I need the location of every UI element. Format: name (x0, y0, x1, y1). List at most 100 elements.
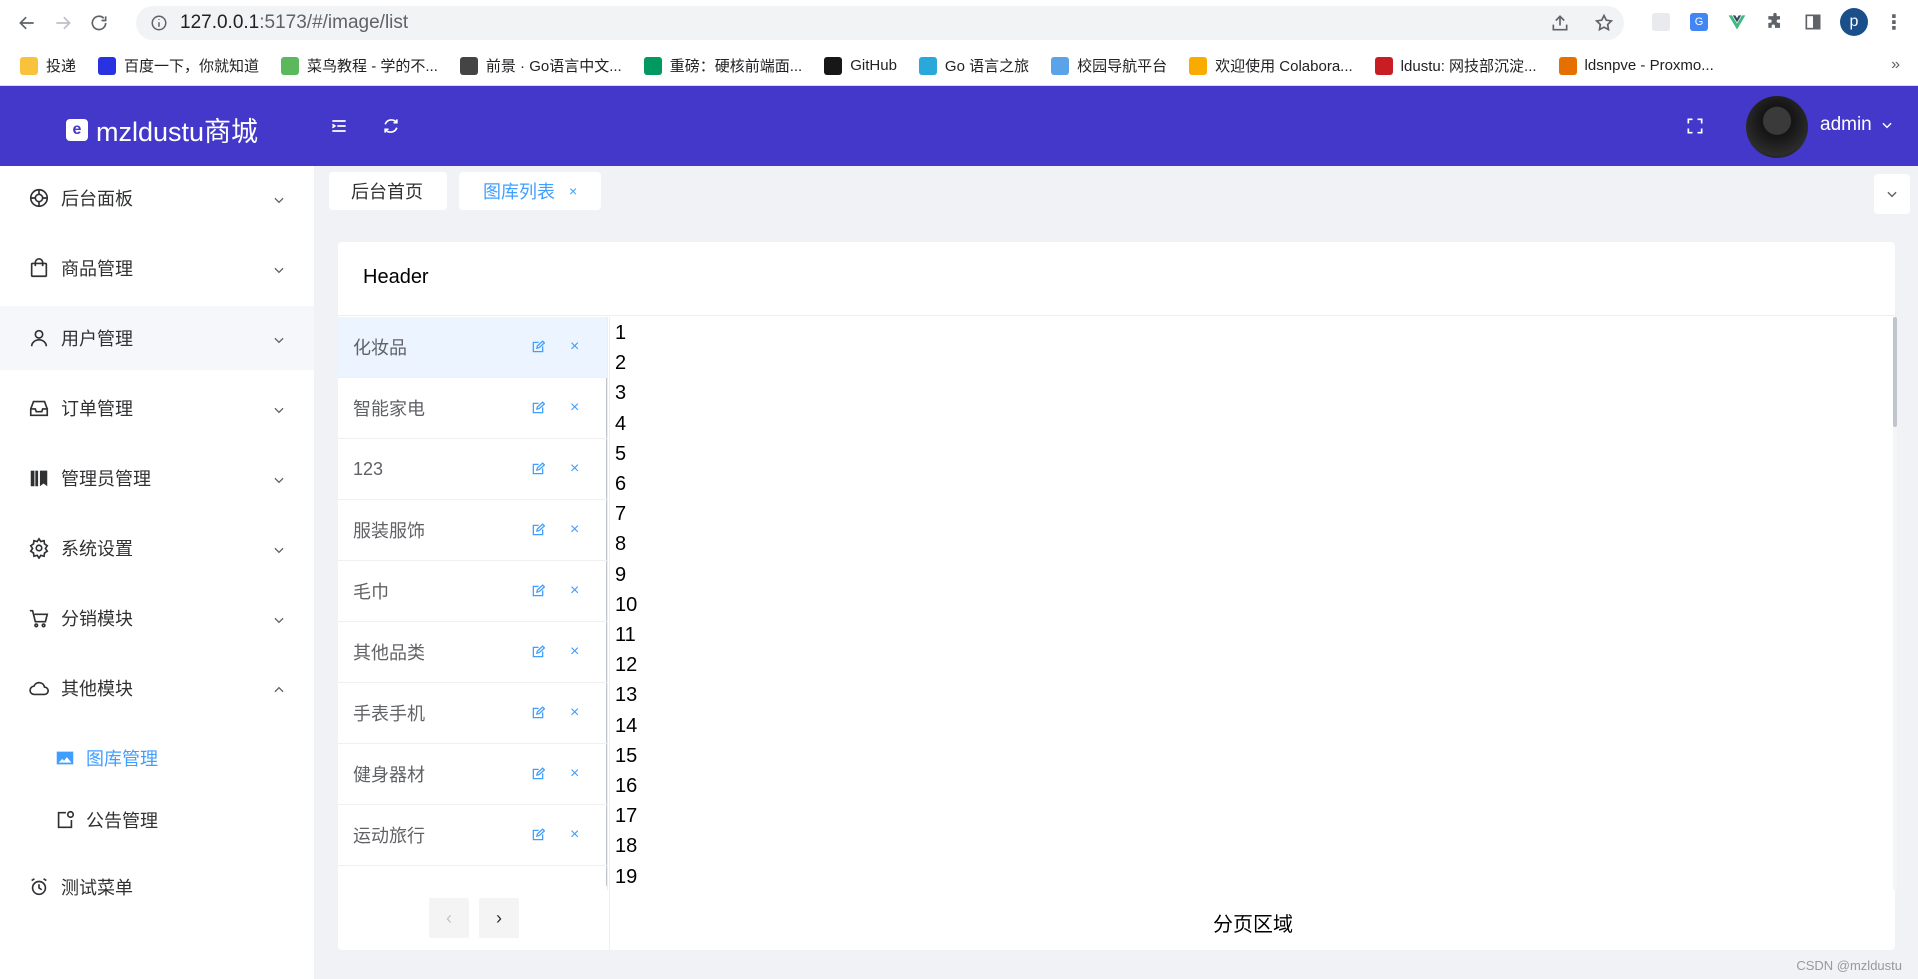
category-item[interactable]: 毛巾 × (338, 561, 607, 622)
extensions-puzzle-icon[interactable] (1764, 11, 1786, 33)
chevron-up-icon (272, 681, 286, 695)
delete-icon[interactable]: × (570, 827, 584, 843)
cloud-icon (28, 677, 50, 699)
delete-icon[interactable]: × (570, 583, 584, 599)
scrollbar-thumb[interactable] (1893, 317, 1897, 427)
image-row: 18 (615, 835, 638, 858)
bookmark-item[interactable]: 重磅：硬核前端面... (643, 55, 803, 76)
close-icon[interactable]: × (569, 183, 577, 199)
delete-icon[interactable]: × (570, 339, 584, 355)
sidebar-subitem-2[interactable]: 公告管理 (0, 790, 314, 850)
category-item[interactable]: 123 × (338, 439, 607, 500)
category-item[interactable]: 运动旅行 × (338, 805, 607, 866)
translate-extension-icon[interactable]: G (1688, 11, 1710, 33)
bookmark-label: 重磅：硬核前端面... (669, 58, 803, 75)
refresh-icon[interactable] (381, 116, 401, 136)
bookmark-favicon-icon (98, 56, 117, 75)
bookmark-item[interactable]: 投递 (20, 55, 76, 76)
picture-icon (54, 747, 76, 769)
edit-icon[interactable] (531, 706, 545, 720)
edit-icon[interactable] (531, 340, 545, 354)
chevron-down-icon (272, 261, 286, 275)
category-item[interactable]: 健身器材 × (338, 744, 607, 805)
edit-icon[interactable] (531, 523, 545, 537)
delete-icon[interactable]: × (570, 400, 584, 416)
vue-devtools-icon[interactable] (1726, 11, 1748, 33)
sidebar-item-7[interactable]: 分销模块 (0, 586, 314, 650)
watermark: CSDN @mzldustu (1796, 958, 1902, 973)
browser-toolbar: 127.0.0.1:5173/#/image/list G p ⋮ (0, 0, 1918, 46)
fullscreen-icon[interactable] (1685, 116, 1705, 136)
share-icon[interactable] (1550, 13, 1570, 33)
category-item[interactable]: 智能家电 × (338, 378, 607, 439)
bookmark-item[interactable]: ldustu: 网技部沉淀... (1374, 55, 1537, 76)
alarm-clock-icon (28, 876, 50, 898)
tab-image-list[interactable]: 图库列表 × (459, 172, 601, 210)
category-item[interactable]: 手表手机 × (338, 683, 607, 744)
sidebar-item-label: 系统设置 (61, 539, 133, 559)
chevron-down-icon (272, 611, 286, 625)
edit-icon[interactable] (531, 645, 545, 659)
sidebar-item-1[interactable]: 后台面板 (0, 166, 314, 230)
bookmark-item[interactable]: GitHub (824, 56, 897, 75)
bookmark-item[interactable]: ldsnpve - Proxmo... (1558, 56, 1714, 75)
delete-icon[interactable]: × (570, 766, 584, 782)
category-label: 智能家电 (353, 399, 425, 419)
bookmark-item[interactable]: Go 语言之旅 (918, 55, 1029, 76)
bookmark-item[interactable]: 菜鸟教程 - 学的不... (281, 55, 438, 76)
forward-button[interactable] (50, 10, 76, 36)
bookmark-favicon-icon (1189, 56, 1208, 75)
browser-menu-icon[interactable]: ⋮ (1884, 10, 1904, 35)
chevron-down-icon (1882, 122, 1892, 129)
reload-button[interactable] (86, 10, 112, 36)
tabs-dropdown-button[interactable] (1874, 174, 1910, 214)
bookmark-star-icon[interactable] (1594, 13, 1614, 33)
bookmark-item[interactable]: 前景 · Go语言中文... (459, 55, 622, 76)
side-panel-icon[interactable] (1802, 11, 1824, 33)
tab-dashboard[interactable]: 后台首页 (329, 172, 447, 210)
sidebar-item-8[interactable]: 其他模块 (0, 656, 314, 720)
site-info-icon[interactable] (150, 14, 168, 32)
app-logo[interactable]: e mzldustu商城 (66, 110, 258, 149)
bookmark-item[interactable]: 校园导航平台 (1051, 55, 1167, 76)
fold-menu-icon[interactable] (329, 116, 349, 136)
category-item[interactable]: 服装服饰 × (338, 500, 607, 561)
delete-icon[interactable]: × (570, 522, 584, 538)
delete-icon[interactable]: × (570, 705, 584, 721)
sidebar-item-6[interactable]: 系统设置 (0, 516, 314, 580)
delete-icon[interactable]: × (570, 461, 584, 477)
bookmark-item[interactable]: 欢迎使用 Colabora... (1189, 55, 1353, 76)
delete-icon[interactable]: × (570, 644, 584, 660)
image-rows: 1 2 3 4 5 6 7 8 9 10 11 12 13 14 15 16 17 18 19 (615, 318, 637, 890)
bookmark-favicon-icon (918, 56, 937, 75)
address-bar[interactable]: 127.0.0.1:5173/#/image/list (136, 6, 1624, 40)
sidebar-subitem-1[interactable]: 图库管理 (0, 728, 314, 788)
prev-page-button[interactable]: ‹ (429, 898, 469, 938)
edit-icon[interactable] (531, 401, 545, 415)
sidebar-item-4[interactable]: 订单管理 (0, 376, 314, 440)
bookmarks-more-button[interactable]: » (1891, 56, 1900, 74)
user-avatar[interactable] (1746, 96, 1808, 158)
sidebar-item-5[interactable]: 管理员管理 (0, 446, 314, 510)
edit-icon[interactable] (531, 767, 545, 781)
user-dropdown[interactable]: admin (1820, 114, 1894, 136)
sidebar-item-2[interactable]: 商品管理 (0, 236, 314, 300)
edit-icon[interactable] (531, 828, 545, 842)
profile-avatar[interactable]: p (1840, 8, 1868, 36)
back-button[interactable] (14, 10, 40, 36)
category-item[interactable]: 化妆品 × (338, 317, 607, 378)
tab-label: 图库列表 (483, 182, 555, 202)
sidebar-item-test-menu[interactable]: 测试菜单 (0, 855, 314, 919)
edit-icon[interactable] (531, 584, 545, 598)
next-page-button[interactable]: › (479, 898, 519, 938)
edit-icon[interactable] (531, 462, 545, 476)
bookmark-item[interactable]: 百度一下，你就知道 (98, 55, 259, 76)
sidebar-item-3[interactable]: 用户管理 (0, 306, 314, 370)
image-area-scrollbar[interactable] (1893, 317, 1897, 890)
chevron-down-icon (272, 331, 286, 345)
category-item[interactable]: 其他品类 × (338, 622, 607, 683)
image-row: 17 (615, 805, 638, 828)
extension-placeholder-icon[interactable] (1650, 11, 1672, 33)
pagination-label: 分页区域 (1213, 914, 1293, 936)
tab-label: 后台首页 (351, 182, 423, 202)
